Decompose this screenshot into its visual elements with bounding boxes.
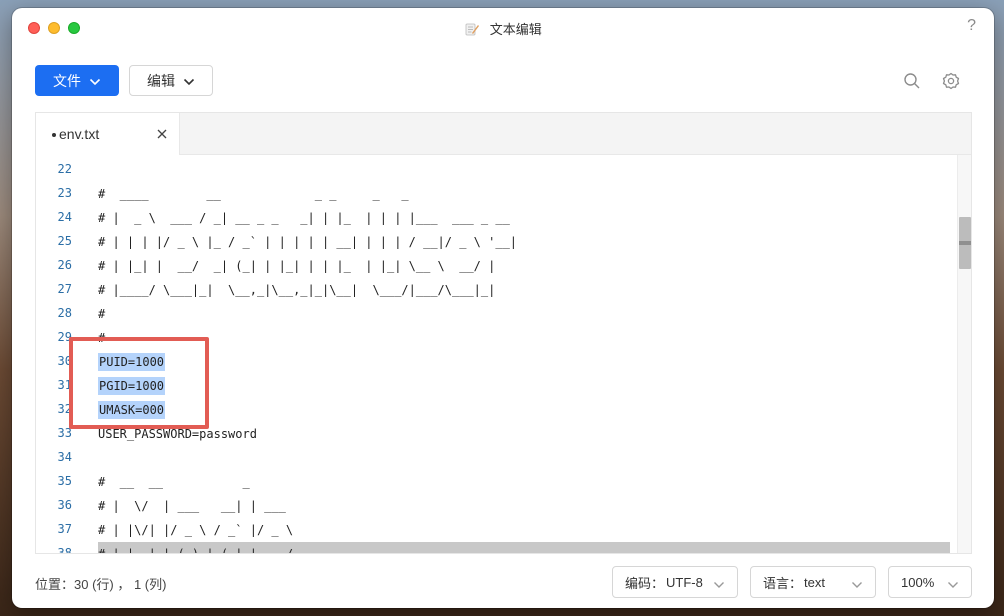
code-line[interactable]: 25 # | | | |/ _ \ |_ / _` | | | | | __| |… <box>36 230 957 254</box>
line-number: 31 <box>57 378 72 392</box>
line-text: # <box>98 307 106 321</box>
tab-env-txt[interactable]: env.txt <box>36 113 180 155</box>
language-value: text <box>804 574 825 590</box>
code-line[interactable]: 36 # | \/ | ___ __| | ___ <box>36 494 957 518</box>
line-text: # |____/ \___|_| \__,_|\__,_|_|\__| \___… <box>98 283 496 297</box>
language-select[interactable]: 语言： text <box>750 566 876 598</box>
line-text: # | _ \ ___ / _| __ _ _ _| | |_ | | | |_… <box>98 211 510 225</box>
line-number: 30 <box>57 354 72 368</box>
encoding-select[interactable]: 编码： UTF-8 <box>612 566 738 598</box>
code-line[interactable]: 37 # | |\/| |/ _ \ / _` |/ _ \ <box>36 518 957 542</box>
line-text: # __ __ _ <box>98 475 250 489</box>
chevron-down-icon <box>851 577 863 592</box>
scrollbar-cursor-marker <box>959 241 971 245</box>
line-number: 25 <box>57 234 72 248</box>
edit-menu-button[interactable]: 编辑 <box>129 65 213 96</box>
code-line[interactable]: 22 <box>36 158 957 182</box>
chevron-down-icon <box>89 73 101 89</box>
code-line[interactable]: 34 <box>36 446 957 470</box>
code-line[interactable]: 38 # | | | | (_) | (_| | __/ <box>36 542 957 554</box>
line-text: # ____ __ _ _ _ _ <box>98 187 409 201</box>
text-editor-window: 文本编辑 ? 文件 编辑 env.txt 22 23 # ____ __ _ _… <box>12 8 994 608</box>
chevron-down-icon <box>947 577 959 592</box>
window-title: 文本编辑 <box>489 22 542 37</box>
line-number: 38 <box>57 546 72 554</box>
file-menu-button[interactable]: 文件 <box>35 65 119 96</box>
line-number: 28 <box>57 306 72 320</box>
unsaved-indicator <box>52 133 56 137</box>
code-line[interactable]: 35 # __ __ _ <box>36 470 957 494</box>
editor-panel: env.txt 22 23 # ____ __ _ _ _ _ 24 # | _ \ _… <box>35 112 972 554</box>
zoom-select[interactable]: 100% <box>888 566 972 598</box>
zoom-value: 100% <box>901 574 935 590</box>
line-number: 32 <box>57 402 72 416</box>
close-icon[interactable] <box>156 127 168 139</box>
line-number: 29 <box>57 330 72 344</box>
line-text: # | \/ | ___ __| | ___ <box>98 499 286 513</box>
line-number: 23 <box>57 186 72 200</box>
line-text: # | | | | (_) | (_| | __/ <box>98 547 294 554</box>
line-text: # | |_| | __/ _| (_| | |_| | | |_ | |_| … <box>98 259 496 273</box>
tab-label: env.txt <box>59 126 100 142</box>
tab-strip: env.txt <box>36 113 971 155</box>
window-title-group: 文本编辑 <box>12 19 994 40</box>
line-number: 33 <box>57 426 72 440</box>
line-number: 22 <box>57 162 72 176</box>
file-menu-label: 文件 <box>53 72 81 89</box>
title-bar: 文本编辑 ? <box>12 8 994 48</box>
line-number: 36 <box>57 498 72 512</box>
code-line[interactable]: 27 # |____/ \___|_| \__,_|\__,_|_|\__| \_… <box>36 278 957 302</box>
help-icon[interactable]: ? <box>967 17 976 35</box>
code-line[interactable]: 28 # <box>36 302 957 326</box>
line-number: 24 <box>57 210 72 224</box>
code-line[interactable]: 26 # | |_| | __/ _| (_| | |_| | | |_ | |_… <box>36 254 957 278</box>
chevron-down-icon <box>183 73 195 89</box>
line-number: 35 <box>57 474 72 488</box>
edit-menu-label: 编辑 <box>147 72 175 89</box>
encoding-label: 编码： <box>625 575 665 591</box>
gear-icon[interactable] <box>942 72 960 90</box>
line-text: # | |\/| |/ _ \ / _` |/ _ \ <box>98 523 294 537</box>
line-text: # | | | |/ _ \ |_ / _` | | | | | __| | |… <box>98 235 518 249</box>
cursor-position: 位置：30 (行) ， 1 (列) <box>35 577 167 592</box>
encoding-value: UTF-8 <box>666 574 703 590</box>
search-icon[interactable] <box>903 72 921 90</box>
line-number: 27 <box>57 282 72 296</box>
code-line[interactable]: 23 # ____ __ _ _ _ _ <box>36 182 957 206</box>
red-highlight-box <box>69 337 209 429</box>
language-label: 语言： <box>763 575 803 591</box>
vertical-scrollbar[interactable] <box>957 155 971 553</box>
chevron-down-icon <box>713 577 725 592</box>
line-number: 37 <box>57 522 72 536</box>
line-number: 26 <box>57 258 72 272</box>
line-number: 34 <box>57 450 72 464</box>
text-editor-app-icon <box>464 21 480 40</box>
code-line[interactable]: 24 # | _ \ ___ / _| __ _ _ _| | |_ | | | … <box>36 206 957 230</box>
